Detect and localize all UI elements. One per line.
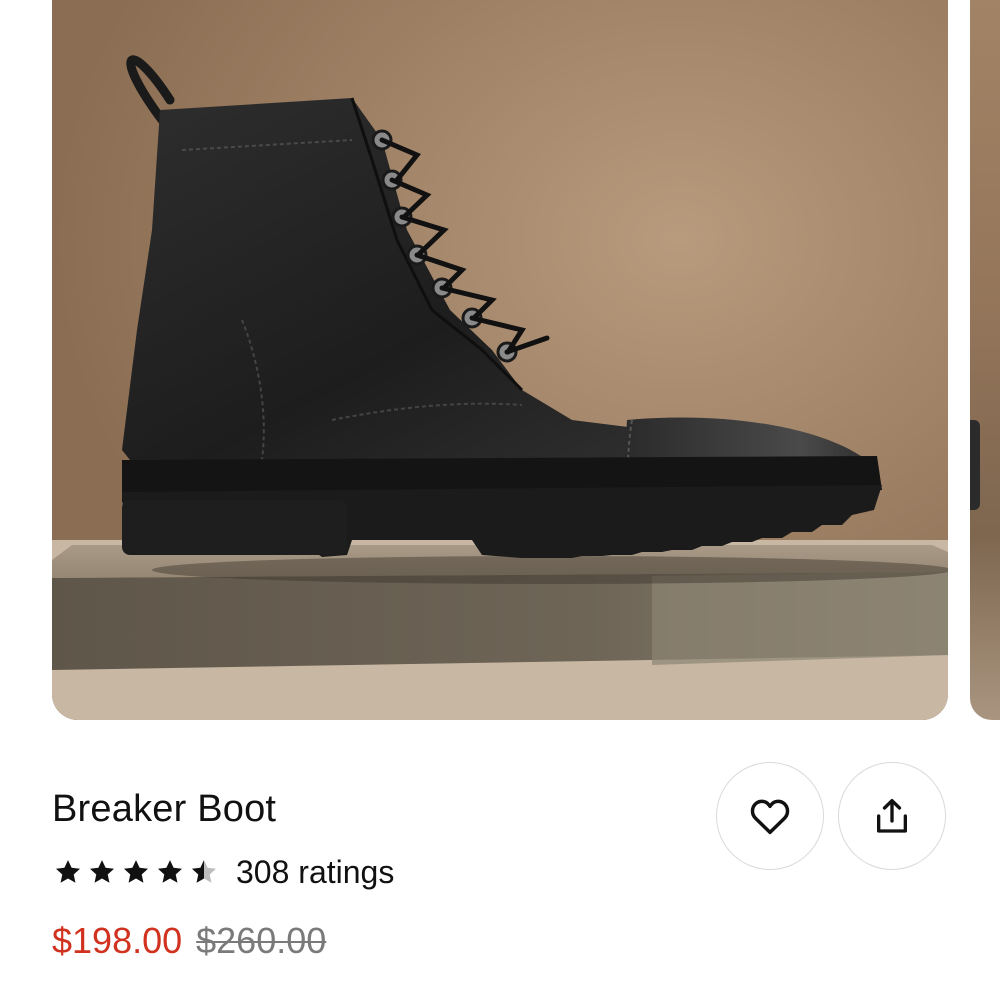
- product-image-carousel[interactable]: [0, 0, 1000, 720]
- star-full-icon: [123, 860, 149, 883]
- next-product-image-peek[interactable]: [970, 0, 1000, 720]
- star-full-icon: [157, 860, 183, 883]
- price-row: $198.00 $260.00: [52, 920, 326, 962]
- star-rating: [54, 858, 224, 886]
- star-full-icon: [55, 860, 81, 883]
- product-title: Breaker Boot: [52, 788, 277, 830]
- product-detail-screen: Breaker Boot 308 ratings $198.00 $260.00: [0, 0, 1000, 1000]
- favorite-button[interactable]: [716, 762, 824, 870]
- rating-row[interactable]: 308 ratings: [54, 852, 394, 892]
- star-full-icon: [89, 860, 115, 883]
- next-image-boot-edge: [970, 420, 980, 510]
- share-upload-icon: [877, 799, 907, 833]
- product-image[interactable]: [52, 0, 948, 720]
- rating-count[interactable]: 308 ratings: [236, 854, 394, 891]
- heart-outline-icon: [750, 799, 790, 835]
- share-button[interactable]: [838, 762, 946, 870]
- sale-price: $198.00: [52, 920, 183, 961]
- original-price: $260.00: [196, 920, 327, 961]
- star-half-icon: [191, 860, 217, 883]
